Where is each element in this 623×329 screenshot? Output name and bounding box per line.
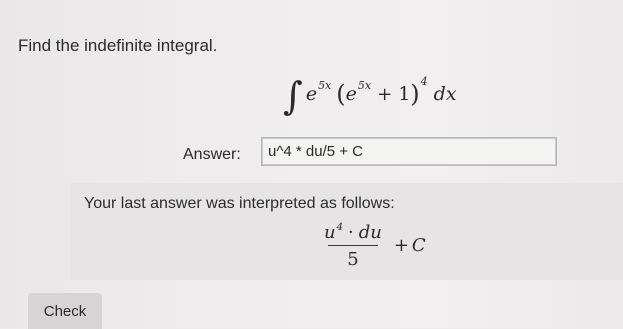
interpreted-denominator: 5 bbox=[347, 249, 359, 270]
interpreted-numerator: u4 · du bbox=[322, 222, 384, 243]
interpreted-du: du bbox=[358, 222, 382, 243]
interpretation-text: Your last answer was interpreted as foll… bbox=[84, 195, 395, 212]
interpreted-u: u bbox=[324, 222, 336, 243]
question-page: Find the indefinite integral. ∫ e 5x (e 5x… bbox=[0, 0, 623, 329]
integral-sign: ∫ bbox=[283, 74, 303, 118]
interpreted-u-power: 4 bbox=[336, 222, 343, 233]
interpreted-plus-constant: + C bbox=[394, 235, 426, 256]
integral-base-exponent: 5x bbox=[318, 78, 332, 92]
integral-inner-exponent: 5x bbox=[357, 78, 372, 92]
interpreted-constant: C bbox=[411, 234, 426, 256]
answer-input[interactable] bbox=[261, 137, 557, 166]
integral-power: 4 bbox=[420, 74, 428, 88]
integral-base-e: e bbox=[305, 83, 318, 105]
integral-left-paren: ( bbox=[336, 80, 346, 108]
integral-expression: ∫ e 5x (e 5x + 1) 4 dx bbox=[283, 64, 457, 124]
integral-right-paren: ) bbox=[410, 80, 420, 108]
fraction-bar bbox=[327, 245, 378, 246]
interpreted-dot: · bbox=[347, 222, 354, 243]
check-button[interactable]: Check bbox=[28, 293, 102, 329]
integral-inner-e: e bbox=[345, 83, 357, 105]
question-prompt: Find the indefinite integral. bbox=[18, 36, 218, 55]
integral-one: 1 bbox=[398, 83, 411, 105]
answer-label: Answer: bbox=[183, 146, 241, 163]
interpreted-plus: + bbox=[393, 234, 409, 256]
integral-differential: dx bbox=[433, 83, 457, 105]
interpreted-expression: u4 · du 5 + C bbox=[322, 222, 426, 270]
interpreted-fraction: u4 · du 5 bbox=[322, 222, 384, 270]
integral-plus: + bbox=[377, 83, 393, 105]
